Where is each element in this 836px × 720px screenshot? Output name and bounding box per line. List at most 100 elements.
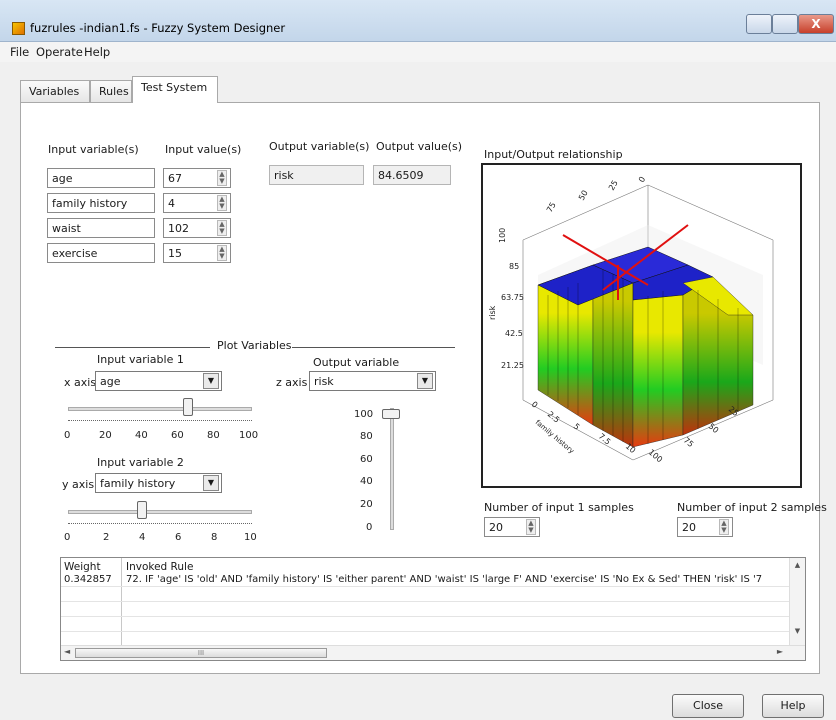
input2-samples-stepper-icon[interactable]: ▲ ▼ xyxy=(719,519,729,535)
scroll-up-icon[interactable]: ▲ xyxy=(790,561,805,569)
family-history-value: 4 xyxy=(168,197,175,210)
menu-file[interactable]: File xyxy=(10,45,29,59)
tab-test-system[interactable]: Test System xyxy=(132,76,218,103)
y-axis-dropdown[interactable]: family history ▼ xyxy=(95,473,222,493)
family-history-value-control[interactable]: 4 ▲ ▼ xyxy=(163,193,231,213)
input1-samples-label: Number of input 1 samples xyxy=(484,501,634,514)
x-slider-track[interactable] xyxy=(68,407,252,411)
z-tick-0: 0 xyxy=(366,522,373,533)
output-variable-label: Output variable xyxy=(313,356,400,369)
y-axis-selected: family history xyxy=(100,477,176,490)
horizontal-scrollbar[interactable]: ◄ III ► xyxy=(61,645,805,660)
window-title: fuzrules -indian1.fs - Fuzzy System Desi… xyxy=(30,21,286,35)
app-icon xyxy=(12,22,25,35)
exercise-value-control[interactable]: 15 ▲ ▼ xyxy=(163,243,231,263)
input-variable-age: age xyxy=(47,168,155,188)
menu-help[interactable]: Help xyxy=(84,45,110,59)
menu-bar xyxy=(0,42,836,62)
scroll-left-icon[interactable]: ◄ xyxy=(64,647,70,656)
input-variable-1-label: Input variable 1 xyxy=(97,353,184,366)
input-variables-header: Input variable(s) xyxy=(48,143,139,156)
y-slider-track[interactable] xyxy=(68,510,252,514)
z-slider-thumb[interactable] xyxy=(382,409,400,420)
row-divider xyxy=(61,631,789,632)
y-tick-10: 10 xyxy=(244,532,257,543)
x-axis-dropdown[interactable]: age ▼ xyxy=(95,371,222,391)
help-button[interactable]: Help xyxy=(762,694,824,718)
y-axis-label: y axis xyxy=(62,478,95,491)
close-button[interactable]: Close xyxy=(672,694,744,718)
plot-right-block-front xyxy=(632,282,684,448)
z-slider-track[interactable] xyxy=(390,408,394,530)
x-tick-0: 0 xyxy=(64,430,71,441)
z-tick-63-75: 63.75 xyxy=(501,293,524,302)
input2-samples-control[interactable]: 20 ▲ ▼ xyxy=(677,517,733,537)
waist-value: 102 xyxy=(168,222,189,235)
x-slider-ticks xyxy=(68,420,252,421)
z-tick-100: 100 xyxy=(498,228,507,243)
z-axis-label: z axis xyxy=(276,376,308,389)
exercise-stepper-icon[interactable]: ▲ ▼ xyxy=(217,245,227,261)
z-tick-85: 85 xyxy=(509,262,519,271)
window-close-button[interactable]: X xyxy=(798,14,834,34)
age-value: 67 xyxy=(168,172,182,185)
waist-value-control[interactable]: 102 ▲ ▼ xyxy=(163,218,231,238)
z-tick-80: 80 xyxy=(360,431,373,442)
invoked-rules-table[interactable]: Weight Invoked Rule 0.342857 72. IF 'age… xyxy=(60,557,806,661)
age-stepper-icon[interactable]: ▲ ▼ xyxy=(217,170,227,186)
input-variable-2-label: Input variable 2 xyxy=(97,456,184,469)
bottom-x-tick-75: 75 xyxy=(682,436,696,449)
z-tick-42-5: 42.5 xyxy=(505,329,523,338)
rule-text: 72. IF 'age' IS 'old' AND 'family histor… xyxy=(126,574,763,585)
waist-stepper-icon[interactable]: ▲ ▼ xyxy=(217,220,227,236)
tab-variables[interactable]: Variables xyxy=(20,80,90,102)
output-variable-risk: risk xyxy=(269,165,364,185)
back-tick-50: 50 xyxy=(577,189,590,202)
chevron-down-icon[interactable]: ▼ xyxy=(203,373,219,389)
exercise-value: 15 xyxy=(168,247,182,260)
plot-variables-rule-right xyxy=(292,347,455,348)
y-tick-8: 8 xyxy=(211,532,218,543)
tab-rules[interactable]: Rules xyxy=(90,80,132,102)
x-tick-100: 100 xyxy=(239,430,259,441)
z-tick-21-25: 21.25 xyxy=(501,361,524,370)
input1-samples-value: 20 xyxy=(489,521,503,534)
x-axis-selected: age xyxy=(100,375,121,388)
y-tick-6: 6 xyxy=(175,532,182,543)
scroll-right-icon[interactable]: ► xyxy=(777,647,783,656)
scroll-down-icon[interactable]: ▼ xyxy=(790,627,805,635)
x-tick-40: 40 xyxy=(135,430,148,441)
back-tick-0: 0 xyxy=(637,175,647,184)
bottom-y-tick-5: 5 xyxy=(572,422,582,432)
menu-operate[interactable]: Operate xyxy=(36,45,83,59)
maximize-button[interactable] xyxy=(772,14,798,34)
x-tick-60: 60 xyxy=(171,430,184,441)
output-variables-header: Output variable(s) xyxy=(269,140,370,153)
row-divider xyxy=(61,616,789,617)
x-slider-thumb[interactable] xyxy=(182,398,193,416)
z-axis-selected: risk xyxy=(314,375,334,388)
z-axis-dropdown[interactable]: risk ▼ xyxy=(309,371,436,391)
input-values-header: Input value(s) xyxy=(165,143,242,156)
plot-variables-rule-left xyxy=(55,347,210,348)
y-slider-thumb[interactable] xyxy=(136,501,147,519)
family-history-stepper-icon[interactable]: ▲ ▼ xyxy=(217,195,227,211)
minimize-button[interactable] xyxy=(746,14,772,34)
z-tick-40: 40 xyxy=(360,476,373,487)
bottom-x-tick-100: 100 xyxy=(647,448,664,465)
age-value-control[interactable]: 67 ▲ ▼ xyxy=(163,168,231,188)
chevron-down-icon[interactable]: ▼ xyxy=(417,373,433,389)
vertical-scrollbar[interactable]: ▲ ▼ xyxy=(789,558,805,646)
input2-samples-value: 20 xyxy=(682,521,696,534)
y-tick-2: 2 xyxy=(103,532,110,543)
input1-samples-control[interactable]: 20 ▲ ▼ xyxy=(484,517,540,537)
back-tick-75: 75 xyxy=(545,201,558,214)
scroll-thumb[interactable]: III xyxy=(75,648,327,658)
chevron-down-icon[interactable]: ▼ xyxy=(203,475,219,491)
rule-weight: 0.342857 xyxy=(64,574,112,585)
z-tick-20: 20 xyxy=(360,499,373,510)
plot-title: Input/Output relationship xyxy=(484,148,623,161)
input1-samples-stepper-icon[interactable]: ▲ ▼ xyxy=(526,519,536,535)
io-relationship-plot[interactable]: 100 85 63.75 42.5 21.25 risk 75 50 25 0 … xyxy=(481,163,802,488)
z-tick-100: 100 xyxy=(354,409,374,420)
